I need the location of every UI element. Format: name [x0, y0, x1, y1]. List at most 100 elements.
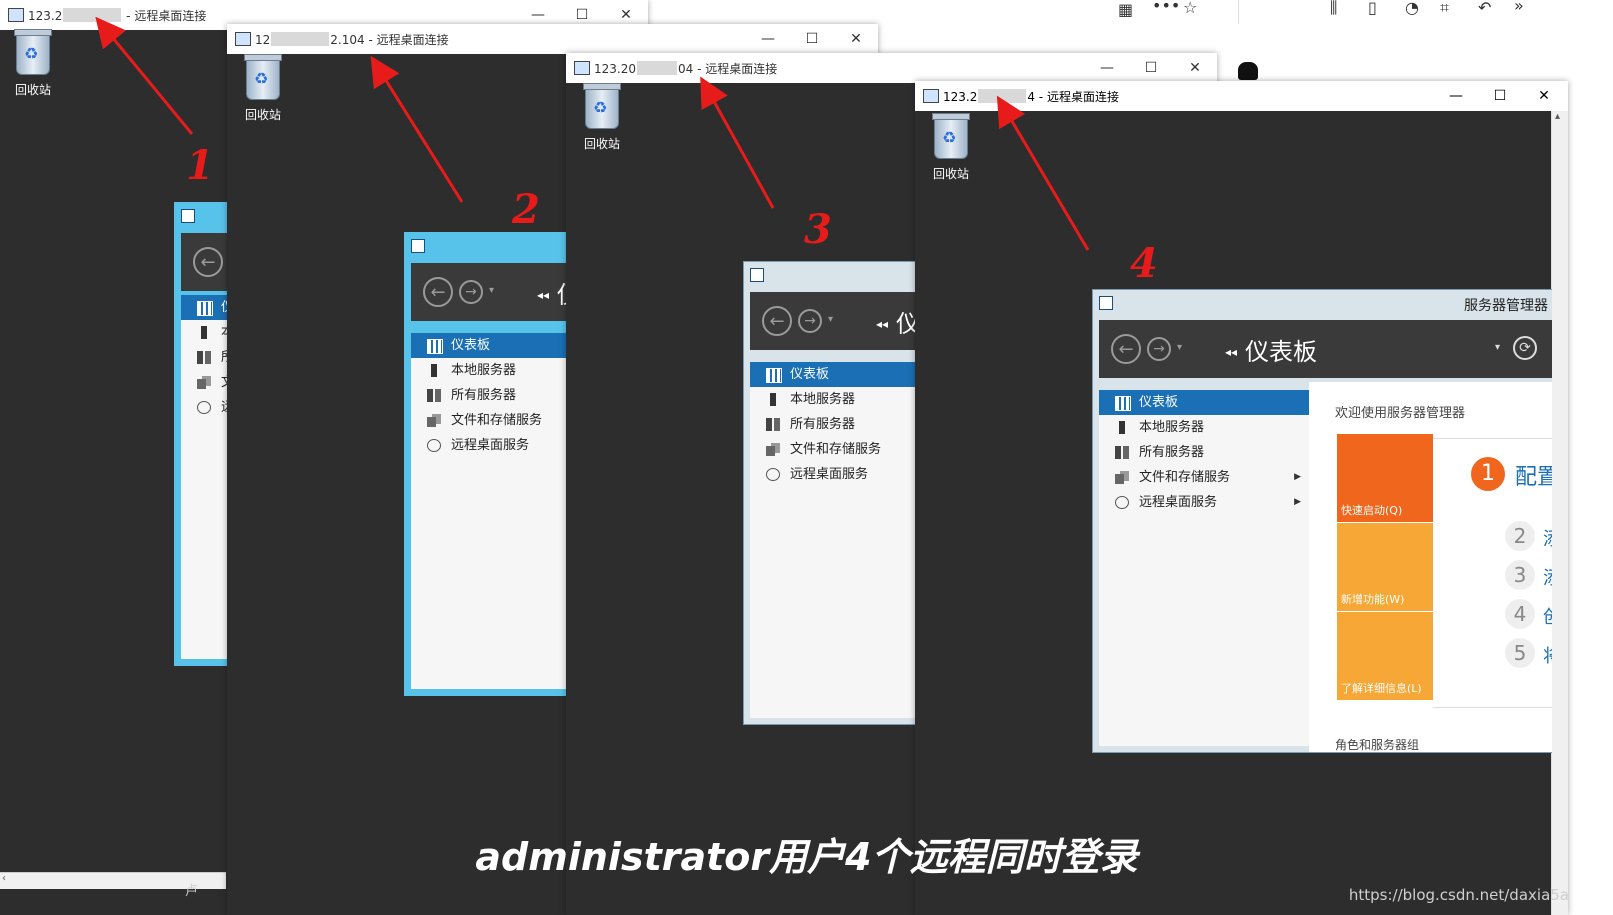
- screenshot-icon[interactable]: ⌗: [1440, 0, 1449, 18]
- star-icon[interactable]: ☆: [1183, 0, 1197, 17]
- rds-icon: [197, 401, 211, 414]
- forward-button[interactable]: →: [1147, 337, 1171, 361]
- maximize-button[interactable]: ☐: [790, 24, 834, 54]
- chevron-down-icon[interactable]: ▾: [828, 314, 833, 325]
- nav-item-all-servers[interactable]: 所有服务器: [1099, 440, 1309, 465]
- rdp-titlebar[interactable]: 12 2.104 - 远程桌面连接 — ☐ ✕: [227, 24, 878, 55]
- rdp-title-suffix: 04 - 远程桌面连接: [678, 62, 778, 76]
- nav-item-all-servers[interactable]: 所有服务器: [750, 412, 924, 437]
- learn-more-tile[interactable]: 了解详细信息(L): [1337, 612, 1433, 700]
- nav-item-file-storage[interactable]: 文件和存储服务 ▶: [1099, 465, 1309, 490]
- nav-label: 远程桌面服务: [451, 438, 530, 453]
- nav-item-local-server[interactable]: 本地服务器: [411, 358, 575, 383]
- nav-item-rds[interactable]: 远程桌面服务 ▶: [1099, 490, 1309, 515]
- library-icon[interactable]: ⫼: [1330, 0, 1337, 18]
- close-button[interactable]: ✕: [1173, 53, 1217, 83]
- minimize-button[interactable]: —: [746, 24, 790, 54]
- nav-label: 本地服务器: [451, 363, 517, 378]
- close-button[interactable]: ✕: [1522, 81, 1566, 111]
- sm-nav: 仪表板 本地服务器 所有服务器 文件和存储服务 远程桌面服务: [411, 333, 575, 689]
- overflow-icon[interactable]: »: [1514, 0, 1524, 15]
- undo-icon[interactable]: ↶: [1478, 0, 1491, 17]
- forward-button[interactable]: →: [459, 280, 483, 304]
- rdp-title-suffix: 2.104 - 远程桌面连接: [330, 33, 449, 47]
- nav-item-dashboard[interactable]: 仪表板: [750, 362, 924, 387]
- quick-start-tile[interactable]: 快速启动(Q): [1337, 434, 1433, 522]
- nav-item-rds[interactable]: 远程桌面服务: [750, 462, 924, 487]
- nav-label: 仪表板: [790, 367, 830, 382]
- recycle-bin[interactable]: 回收站: [921, 113, 981, 182]
- breadcrumb-chevron-icon: ◂◂: [876, 317, 889, 331]
- rds-icon: [766, 468, 780, 481]
- forward-button[interactable]: →: [798, 309, 822, 333]
- server-manager-window[interactable]: ← → ▾ ◂◂仪 仪表板 本地服务器 所有服务器 文件和存储服务 远程桌面服务: [743, 261, 925, 725]
- toolbar-divider: [1238, 0, 1239, 24]
- redacted-ip: [271, 32, 330, 46]
- chevron-down-icon[interactable]: ▾: [1177, 342, 1182, 353]
- expand-arrow-icon[interactable]: ▶: [1294, 490, 1301, 515]
- rdp-titlebar[interactable]: 123.20 04 - 远程桌面连接 — ☐ ✕: [566, 53, 1217, 84]
- sm-nav: 仪表板 本地服务器 所有服务器 文件和存储服务 远程桌面服务: [750, 362, 924, 718]
- scroll-up-icon[interactable]: ▴: [1555, 111, 1560, 122]
- rdp-title-prefix: 123.2: [943, 90, 978, 104]
- whats-new-tile[interactable]: 新增功能(W): [1337, 523, 1433, 611]
- back-button[interactable]: ←: [423, 277, 453, 307]
- maximize-button[interactable]: ☐: [1478, 81, 1522, 111]
- rds-icon: [1115, 496, 1129, 509]
- dashboard-content: 欢迎使用服务器管理器 快速启动(Q) 新增功能(W) 了解详细信息(L) 1 配…: [1309, 382, 1552, 752]
- taskbar-fragment: 卢: [185, 884, 199, 899]
- nav-item-file-storage[interactable]: 文件和存储服务: [411, 408, 575, 433]
- minimize-button[interactable]: —: [1434, 81, 1478, 111]
- nav-item-local-server[interactable]: 本地服务器: [750, 387, 924, 412]
- recycle-bin[interactable]: 回收站: [3, 29, 63, 98]
- step-3-link[interactable]: 添: [1543, 564, 1552, 590]
- recycle-bin-icon: [932, 113, 970, 159]
- welcome-heading: 欢迎使用服务器管理器: [1335, 406, 1466, 421]
- rdp-titlebar[interactable]: 123.2 4 - 远程桌面连接 — ☐ ✕: [915, 81, 1568, 112]
- nav-item-file-storage[interactable]: 文件和存储服务: [750, 437, 924, 462]
- recycle-bin-label: 回收站: [583, 137, 620, 151]
- maximize-button[interactable]: ☐: [1129, 53, 1173, 83]
- mic-icon[interactable]: ◔: [1405, 0, 1419, 17]
- server-icon: [1119, 421, 1125, 434]
- dashboard-icon: [197, 301, 213, 316]
- server-manager-icon: [411, 239, 425, 253]
- rdp-app-icon: [8, 8, 24, 22]
- recycle-bin[interactable]: 回收站: [572, 83, 632, 152]
- nav-item-local-server[interactable]: 本地服务器: [1099, 415, 1309, 440]
- recycle-bin-label: 回收站: [14, 83, 51, 97]
- refresh-icon[interactable]: ⟳: [1513, 336, 1537, 360]
- step-1-link[interactable]: 配置: [1515, 459, 1552, 491]
- reader-icon[interactable]: ▯: [1368, 0, 1377, 17]
- annotation-number-2: 2: [512, 186, 540, 233]
- chevron-down-icon[interactable]: ▾: [1495, 342, 1500, 353]
- more-icon[interactable]: •••: [1152, 0, 1180, 15]
- nav-item-dashboard[interactable]: 仪表板: [1099, 390, 1309, 415]
- back-button[interactable]: ←: [193, 247, 223, 277]
- close-button[interactable]: ✕: [834, 24, 878, 54]
- tile-label: 了解详细信息(L): [1341, 682, 1422, 695]
- server-icon: [770, 393, 776, 406]
- step-4-link[interactable]: 创: [1543, 603, 1552, 629]
- back-button[interactable]: ←: [762, 306, 792, 336]
- recycle-bin[interactable]: 回收站: [233, 54, 293, 123]
- rdp-window-4[interactable]: 123.2 4 - 远程桌面连接 — ☐ ✕ 回收站 ▴ 服务器管理器 ← → ▾…: [915, 81, 1568, 915]
- avatar-icon[interactable]: [1238, 62, 1258, 80]
- step-2-link[interactable]: 添: [1543, 525, 1552, 551]
- nav-label: 所有服务器: [790, 417, 856, 432]
- nav-item-dashboard[interactable]: 仪表板: [411, 333, 575, 358]
- rdp-title: 123.20 04 - 远程桌面连接: [594, 60, 777, 77]
- nav-item-rds[interactable]: 远程桌面服务: [411, 433, 575, 458]
- redacted-ip: [637, 61, 677, 75]
- step-5-link[interactable]: 将: [1543, 642, 1552, 668]
- minimize-button[interactable]: —: [1085, 53, 1129, 83]
- recycle-bin-icon: [583, 83, 621, 129]
- back-button[interactable]: ←: [1111, 334, 1141, 364]
- nav-item-all-servers[interactable]: 所有服务器: [411, 383, 575, 408]
- server-manager-window[interactable]: 服务器管理器 ← → ▾ ◂◂ 仪表板 ▾ ⟳ 仪表板 本地服务器 所有服务器 文…: [1092, 289, 1552, 753]
- expand-arrow-icon[interactable]: ▶: [1294, 465, 1301, 490]
- qr-icon[interactable]: ▦: [1118, 0, 1133, 19]
- vertical-scrollbar[interactable]: ▴: [1551, 111, 1568, 915]
- chevron-down-icon[interactable]: ▾: [489, 285, 494, 296]
- server-manager-window[interactable]: ← → ▾ ◂◂仪 仪表板 本地服务器 所有服务器 文件和存储服务 远程桌面服务: [404, 232, 576, 696]
